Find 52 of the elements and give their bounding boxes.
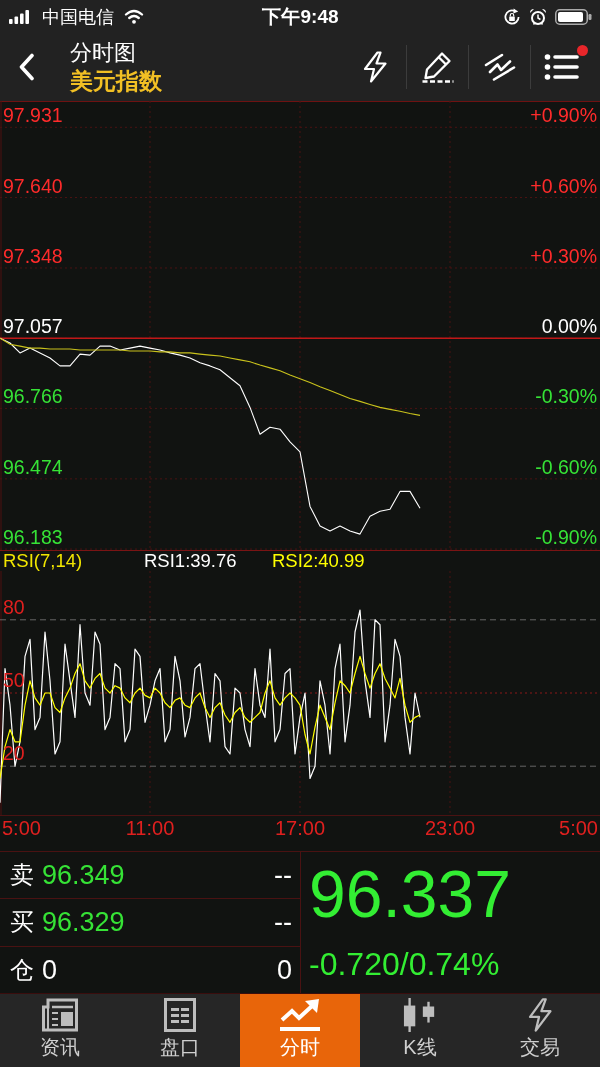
- price-axis-label: 97.348: [3, 244, 63, 267]
- percent-axis-label: -0.90%: [535, 526, 597, 549]
- quote-volume: --: [274, 859, 292, 892]
- page-title: 分时图: [70, 39, 137, 67]
- quote-value: 96.329: [42, 906, 125, 939]
- price-change: -0.720/0.74%: [309, 945, 500, 984]
- percent-axis-label: +0.60%: [530, 174, 597, 197]
- price-axis-label: 96.474: [3, 455, 63, 478]
- newspaper-icon: [41, 998, 79, 1032]
- rotation-lock-icon: [503, 7, 521, 26]
- price-axis-label: 96.766: [3, 385, 63, 408]
- percent-axis-label: +0.30%: [530, 244, 597, 267]
- table-icon: [164, 998, 196, 1032]
- instrument-name: 美元指数: [70, 67, 162, 95]
- battery-icon: [555, 8, 592, 25]
- quote-volume: --: [274, 906, 292, 939]
- time-axis-label: 17:00: [274, 817, 326, 839]
- last-price: 96.337: [309, 856, 511, 932]
- status-time: 下午9:48: [262, 5, 339, 28]
- order-side-label: 卖: [10, 860, 34, 891]
- time-axis-label: 23:00: [424, 817, 476, 839]
- quote-volume: 0: [276, 953, 292, 986]
- back-icon: [18, 53, 35, 81]
- time-axis-label: 11:00: [125, 817, 175, 839]
- time-axis-label: 5:00: [2, 817, 41, 839]
- indicator-reading: RSI2:40.99: [272, 551, 366, 571]
- percent-axis-label: -0.60%: [535, 455, 597, 478]
- price-axis-label: 97.931: [3, 104, 63, 127]
- price-axis-label: 97.640: [3, 174, 63, 197]
- price-axis-label: 97.057: [3, 315, 63, 338]
- trend-arrow-icon: [279, 998, 321, 1032]
- percent-axis-label: 0.00%: [541, 315, 597, 338]
- wifi-icon: [124, 9, 144, 24]
- quote-value: 96.349: [42, 859, 125, 892]
- order-side-label: 买: [10, 907, 34, 938]
- quote-value: 0: [42, 953, 58, 986]
- lightning-icon: [526, 998, 554, 1032]
- price-axis-label: 96.183: [3, 526, 63, 549]
- time-axis-label: 5:00: [559, 817, 598, 839]
- indicator-reading: RSI1:39.76: [144, 551, 238, 571]
- rsi-axis-label: 80: [3, 595, 25, 618]
- order-side-label: 仓: [10, 954, 34, 985]
- alarm-clock-icon: [529, 7, 547, 26]
- zigzag-lines-icon: [483, 52, 516, 82]
- menu-icon: [543, 53, 580, 81]
- lightning-icon: [362, 51, 388, 83]
- percent-axis-label: -0.30%: [535, 385, 597, 408]
- indicator-title: RSI(7,14): [3, 551, 84, 571]
- carrier-name: 中国电信: [42, 5, 114, 28]
- pencil-icon: [420, 51, 455, 83]
- percent-axis-label: +0.90%: [530, 104, 597, 127]
- signal-icon: [9, 9, 31, 24]
